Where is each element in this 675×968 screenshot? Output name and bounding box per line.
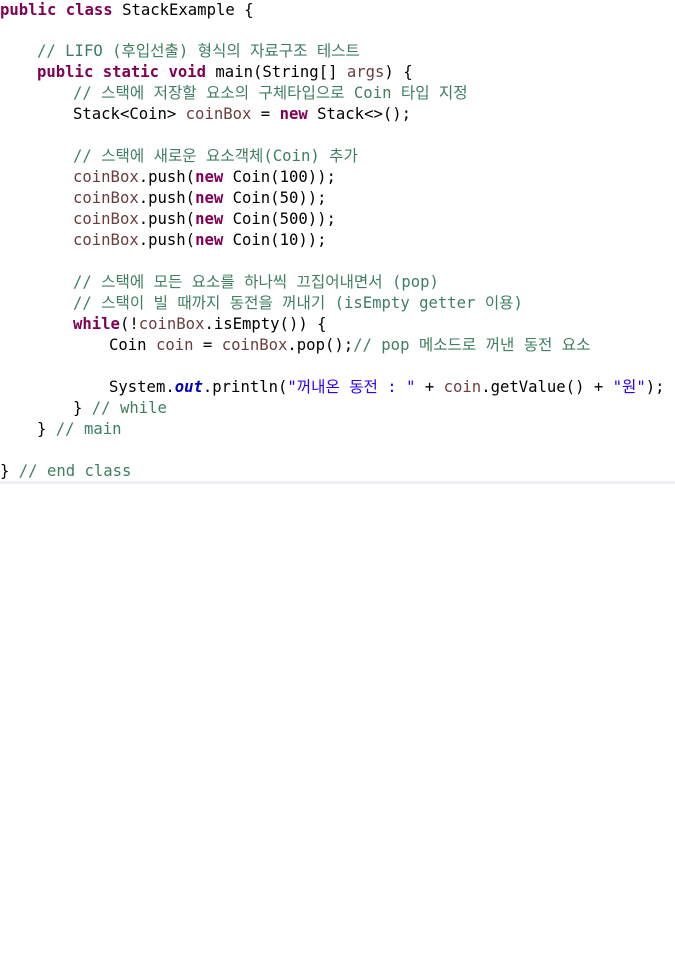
assign-op: = — [193, 336, 222, 354]
comment: // 스택에 모든 요소를 하나씩 끄집어내면서 (pop) — [73, 273, 439, 291]
comment-line-isempty: // 스택이 빌 때까지 동전을 꺼내기 (isEmpty getter 이용) — [0, 293, 523, 314]
coin-constructor: Coin(100)); — [223, 168, 336, 186]
comment-line-lifo: // LIFO (후입선출) 형식의 자료구조 테스트 — [0, 41, 360, 62]
var-coin: coin — [443, 378, 482, 396]
var-coinbox: coinBox — [138, 315, 205, 333]
close-brace: } — [73, 399, 92, 417]
keyword-new: new — [195, 189, 224, 207]
comment: // pop 메소드로 꺼낸 동전 요소 — [353, 336, 591, 354]
comment: // 스택에 새로운 요소객체(Coin) 추가 — [73, 147, 358, 165]
comment: // while — [91, 399, 167, 417]
coin-constructor: Coin(10)); — [223, 231, 327, 249]
push-call: .push( — [138, 168, 196, 186]
method-signature: main(String[] — [206, 63, 347, 81]
keyword-while: while — [73, 315, 120, 333]
string-literal: "원" — [612, 378, 646, 396]
static-field-out: out — [174, 378, 203, 396]
push-line: coinBox.push(new Coin(100)); — [0, 167, 336, 188]
stack-constructor: Stack<>(); — [307, 105, 412, 123]
keyword-static: static — [102, 63, 160, 81]
plus-op: + — [415, 378, 444, 396]
push-call: .push( — [138, 210, 196, 228]
push-call: .push( — [138, 231, 196, 249]
class-name: StackExample { — [112, 1, 254, 19]
var-coinbox: coinBox — [73, 231, 139, 249]
keyword-public: public — [37, 63, 94, 81]
keyword-class: class — [65, 1, 113, 19]
param-args: args — [346, 63, 385, 81]
close-brace: } — [37, 420, 56, 438]
coin-constructor: Coin(500)); — [223, 210, 336, 228]
main-close-line: } // main — [0, 419, 122, 440]
var-coinbox: coinBox — [185, 105, 252, 123]
keyword-new: new — [195, 210, 224, 228]
comment: // end class — [18, 462, 132, 480]
class-close-line: } // end class — [0, 461, 131, 482]
coin-type: Coin — [109, 336, 156, 354]
keyword-new: new — [195, 168, 224, 186]
close-brace: } — [0, 462, 19, 480]
var-coinbox: coinBox — [221, 336, 288, 354]
while-line: while(!coinBox.isEmpty()) { — [0, 314, 327, 335]
code-editor[interactable]: public class StackExample { // LIFO (후입선… — [0, 0, 675, 484]
comment: // main — [55, 420, 122, 438]
statement-end: ); — [645, 378, 665, 396]
push-line: coinBox.push(new Coin(50)); — [0, 188, 327, 209]
keyword-void: void — [168, 63, 207, 81]
getvalue-call: .getValue() + — [481, 378, 613, 396]
var-coin: coin — [155, 336, 194, 354]
var-coinbox: coinBox — [73, 210, 139, 228]
stack-declaration-line: Stack<Coin> coinBox = new Stack<>(); — [0, 104, 411, 125]
comment: // 스택에 저장할 요소의 구체타입으로 Coin 타입 지정 — [73, 84, 468, 102]
pop-call: .pop(); — [287, 336, 354, 354]
coin-constructor: Coin(50)); — [223, 189, 327, 207]
println-line: System.out.println("꺼내온 동전 : " + coin.ge… — [0, 377, 665, 398]
keyword-public: public — [0, 1, 57, 19]
string-literal: "꺼내온 동전 : " — [287, 378, 416, 396]
not-op: (! — [119, 315, 139, 333]
comment-line-stack-type: // 스택에 저장할 요소의 구체타입으로 Coin 타입 지정 — [0, 83, 468, 104]
keyword-new: new — [279, 105, 308, 123]
assign-op: = — [251, 105, 280, 123]
comment: // 스택이 빌 때까지 동전을 꺼내기 (isEmpty getter 이용) — [73, 294, 523, 312]
system-class: System. — [109, 378, 175, 396]
keyword-new: new — [195, 231, 224, 249]
comment-line-add: // 스택에 새로운 요소객체(Coin) 추가 — [0, 146, 358, 167]
var-coinbox: coinBox — [73, 189, 139, 207]
push-call: .push( — [138, 189, 196, 207]
isempty-call: .isEmpty()) { — [204, 315, 327, 333]
push-line: coinBox.push(new Coin(500)); — [0, 209, 336, 230]
class-declaration-line: public class StackExample { — [0, 0, 254, 21]
method-open: ) { — [384, 63, 413, 81]
push-line: coinBox.push(new Coin(10)); — [0, 230, 327, 251]
while-close-line: } // while — [0, 398, 167, 419]
comment-line-pop: // 스택에 모든 요소를 하나씩 끄집어내면서 (pop) — [0, 272, 439, 293]
main-method-declaration-line: public static void main(String[] args) { — [0, 62, 413, 83]
println-call: .println( — [202, 378, 288, 396]
stack-type: Stack<Coin> — [73, 105, 186, 123]
pop-line: Coin coin = coinBox.pop();// pop 메소드로 꺼낸… — [0, 335, 590, 356]
comment: // LIFO (후입선출) 형식의 자료구조 테스트 — [37, 42, 360, 60]
var-coinbox: coinBox — [73, 168, 139, 186]
